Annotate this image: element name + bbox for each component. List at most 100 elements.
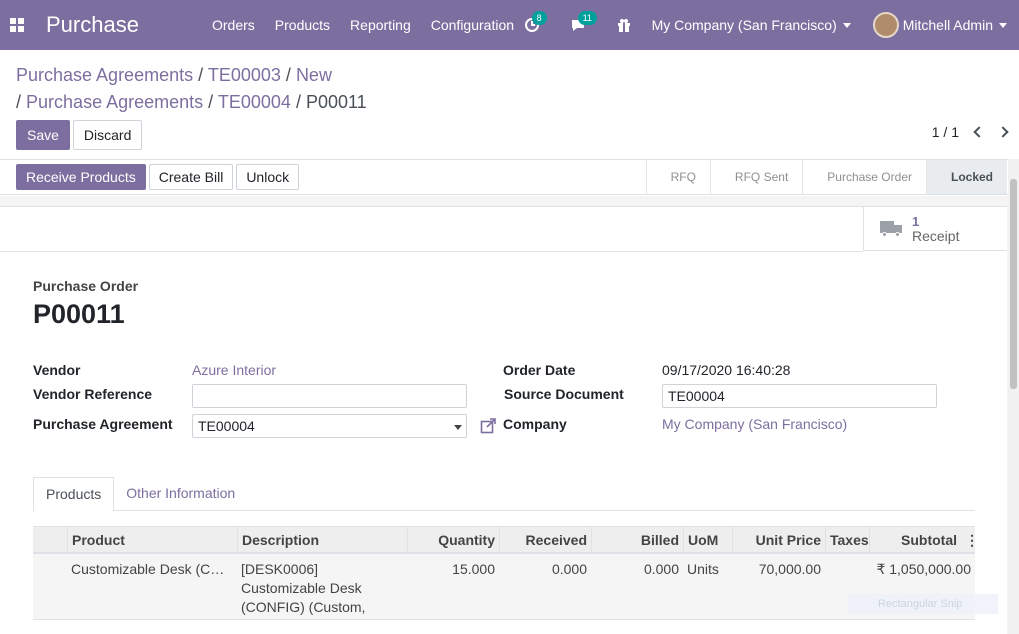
- chevron-down-icon: [999, 22, 1007, 28]
- column-unit-price[interactable]: Unit Price: [732, 527, 825, 552]
- external-link-icon[interactable]: [480, 418, 496, 434]
- cell-product[interactable]: Customizable Desk (CON…: [67, 554, 237, 619]
- pager-previous-icon[interactable]: [973, 126, 985, 138]
- receive-products-button[interactable]: Receive Products: [16, 164, 146, 190]
- company-link[interactable]: My Company (San Francisco): [662, 416, 847, 432]
- user-menu[interactable]: Mitchell Admin: [903, 17, 1007, 33]
- column-product[interactable]: Product: [67, 527, 237, 552]
- stage-purchase-order[interactable]: Purchase Order: [802, 160, 926, 194]
- source-document-label: Source Document: [504, 386, 624, 402]
- stage-pipeline: RFQ RFQ Sent Purchase Order Locked: [645, 160, 1007, 194]
- gift-icon[interactable]: [614, 15, 634, 35]
- stage-rfq-sent[interactable]: RFQ Sent: [709, 160, 802, 194]
- cell-uom[interactable]: Units: [683, 554, 732, 619]
- chevron-down-icon: [454, 425, 462, 430]
- breadcrumb-separator: /: [198, 65, 204, 85]
- column-description[interactable]: Description: [237, 527, 407, 552]
- status-bar: Receive Products Create Bill Unlock RFQ …: [0, 159, 1019, 195]
- save-button[interactable]: Save: [16, 120, 70, 150]
- pager: 1 / 1: [932, 124, 1009, 140]
- row-handle: [33, 554, 67, 619]
- menu-reporting[interactable]: Reporting: [340, 17, 421, 33]
- navbar-systray: 8 11 My Company (San Francisco) Mitchell…: [512, 0, 1019, 50]
- user-name: Mitchell Admin: [902, 17, 993, 33]
- breadcrumb-te00004[interactable]: TE00004: [218, 92, 291, 112]
- page-scrollbar[interactable]: [1008, 159, 1019, 634]
- activity-icon[interactable]: 8: [522, 11, 547, 35]
- messages-badge: 11: [577, 11, 597, 25]
- menu-orders[interactable]: Orders: [202, 17, 265, 33]
- menu-configuration[interactable]: Configuration: [421, 17, 524, 33]
- cell-description[interactable]: [DESK0006] Customizable Desk (CONFIG) (C…: [237, 554, 407, 619]
- snip-label: Rectangular Snip: [878, 598, 963, 610]
- cell-quantity[interactable]: 15.000: [407, 554, 499, 619]
- form-sheet: 1 Receipt Purchase Order P00011 Vendor A…: [0, 206, 1007, 634]
- breadcrumb-separator: /: [16, 92, 22, 112]
- activity-badge: 8: [531, 11, 547, 25]
- stage-locked[interactable]: Locked: [925, 160, 1007, 194]
- receipt-count: 1: [912, 213, 920, 229]
- notebook-tabs: Products Other Information: [33, 477, 975, 512]
- messages-icon[interactable]: 11: [568, 11, 597, 35]
- cell-billed[interactable]: 0.000: [591, 554, 683, 619]
- discard-button[interactable]: Discard: [72, 120, 143, 150]
- pager-value[interactable]: 1 / 1: [932, 124, 959, 140]
- chevron-down-icon: [842, 22, 851, 28]
- receipt-smart-button[interactable]: 1 Receipt: [863, 207, 1007, 251]
- status-actions: Receive Products Create Bill Unlock: [16, 164, 300, 190]
- receipt-text: 1 Receipt: [912, 214, 959, 244]
- truck-icon: [880, 220, 902, 237]
- column-quantity[interactable]: Quantity: [407, 527, 499, 552]
- menu-products[interactable]: Products: [265, 17, 340, 33]
- vendor-reference-label: Vendor Reference: [33, 386, 153, 402]
- cell-unit-price[interactable]: 70,000.00: [732, 554, 825, 619]
- purchase-agreement-select[interactable]: TE00004: [192, 414, 467, 438]
- column-subtotal[interactable]: Subtotal: [869, 527, 961, 552]
- apps-menu-icon[interactable]: [10, 18, 24, 32]
- table-header: Product Description Quantity Received Bi…: [33, 526, 975, 554]
- vendor-link[interactable]: Azure Interior: [192, 362, 276, 378]
- top-navbar: Purchase Orders Products Reporting Confi…: [0, 0, 1019, 50]
- stage-rfq[interactable]: RFQ: [645, 160, 710, 194]
- company-name: My Company (San Francisco): [651, 17, 837, 33]
- breadcrumb-purchase-agreements-1[interactable]: Purchase Agreements: [16, 65, 193, 85]
- tab-products[interactable]: Products: [33, 477, 115, 512]
- main-menu: Orders Products Reporting Configuration: [202, 17, 524, 33]
- cell-received[interactable]: 0.000: [499, 554, 591, 619]
- po-title-label: Purchase Order: [33, 278, 139, 294]
- vendor-label: Vendor: [33, 362, 81, 378]
- breadcrumb-separator: /: [208, 92, 214, 112]
- order-lines-table: Product Description Quantity Received Bi…: [33, 526, 975, 620]
- rectangular-snip-overlay: Rectangular Snip: [848, 594, 998, 614]
- company-label: Company: [503, 416, 567, 432]
- column-billed[interactable]: Billed: [591, 527, 683, 552]
- receipt-label: Receipt: [912, 227, 960, 244]
- breadcrumb-separator: /: [285, 65, 291, 85]
- breadcrumb-te00003[interactable]: TE00003: [208, 65, 281, 85]
- purchase-agreement-label: Purchase Agreement: [33, 416, 173, 432]
- column-taxes[interactable]: Taxes: [825, 527, 869, 552]
- app-name[interactable]: Purchase: [46, 12, 192, 38]
- column-uom[interactable]: UoM: [683, 527, 732, 552]
- breadcrumb-current: P00011: [305, 92, 367, 112]
- pager-next-icon[interactable]: [997, 126, 1009, 138]
- scrollbar-thumb[interactable]: [1010, 179, 1017, 389]
- unlock-button[interactable]: Unlock: [236, 164, 300, 190]
- column-received[interactable]: Received: [499, 527, 591, 552]
- breadcrumb-new[interactable]: New: [296, 65, 332, 85]
- table-row[interactable]: Customizable Desk (CON… [DESK0006] Custo…: [33, 554, 975, 620]
- vendor-reference-field[interactable]: [192, 384, 467, 408]
- order-date-value[interactable]: 09/17/2020 16:40:28: [662, 362, 790, 378]
- create-bill-button[interactable]: Create Bill: [148, 164, 234, 190]
- tab-other-information[interactable]: Other Information: [114, 477, 247, 510]
- breadcrumb-purchase-agreements-2[interactable]: Purchase Agreements: [26, 92, 203, 112]
- order-date-label: Order Date: [503, 362, 576, 378]
- avatar: [872, 12, 899, 38]
- company-switcher[interactable]: My Company (San Francisco): [652, 17, 851, 33]
- optional-columns-icon[interactable]: ⋮: [961, 527, 975, 552]
- source-document-field[interactable]: TE00004: [662, 384, 937, 408]
- form-buttons: Save Discard: [16, 120, 143, 150]
- handle-column: [33, 527, 67, 552]
- po-name: P00011: [33, 299, 125, 329]
- purchase-agreement-value: TE00004: [198, 418, 255, 434]
